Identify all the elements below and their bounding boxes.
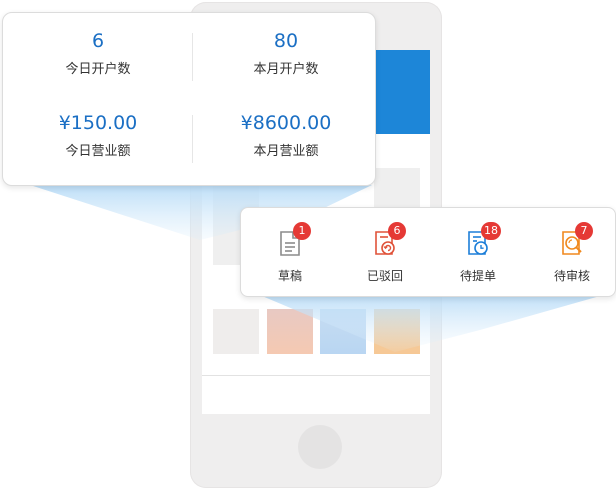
action-card: 1 草稿 6 已驳回 18 待提单 7 待审核 (240, 207, 616, 297)
stat-value: ¥150.00 (58, 112, 138, 134)
stat-label: 本月营业额 (253, 144, 319, 159)
action-label: 待审核 (553, 269, 590, 283)
thumbnail-placeholder (267, 309, 313, 354)
stat-label: 今日开户数 (65, 62, 131, 77)
stat-value: ¥8600.00 (240, 112, 332, 134)
action-rejected[interactable]: 6 已驳回 (345, 222, 425, 284)
action-pending-submit[interactable]: 18 待提单 (438, 222, 518, 284)
action-label: 已驳回 (366, 269, 403, 283)
rejected-badge: 6 (388, 222, 406, 240)
action-pending-review[interactable]: 7 待审核 (532, 222, 612, 284)
stat-month-revenue: ¥8600.00 本月营业额 (193, 111, 379, 161)
stat-value: 6 (91, 30, 105, 52)
action-label: 待提单 (459, 269, 496, 283)
pending-submit-badge: 18 (481, 222, 501, 240)
action-draft[interactable]: 1 草稿 (250, 222, 330, 284)
stat-month-accounts: 80 本月开户数 (193, 29, 379, 79)
stats-card: 6 今日开户数 80 本月开户数 ¥150.00 今日营业额 ¥8600.00 … (2, 12, 376, 186)
screen-divider (202, 375, 430, 376)
action-label: 草稿 (277, 269, 302, 283)
thumbnail-placeholder (374, 309, 420, 354)
pending-review-badge: 7 (575, 222, 593, 240)
stat-label: 本月开户数 (253, 62, 319, 77)
thumbnail-placeholder (320, 309, 366, 354)
draft-badge: 1 (293, 222, 311, 240)
thumbnail-placeholder (213, 309, 259, 354)
screen-placeholder-block (374, 168, 420, 208)
stat-value: 80 (273, 30, 299, 52)
stat-today-revenue: ¥150.00 今日营业额 (5, 111, 191, 161)
stat-today-accounts: 6 今日开户数 (5, 29, 191, 79)
home-button (298, 425, 342, 469)
stat-label: 今日营业额 (65, 144, 131, 159)
